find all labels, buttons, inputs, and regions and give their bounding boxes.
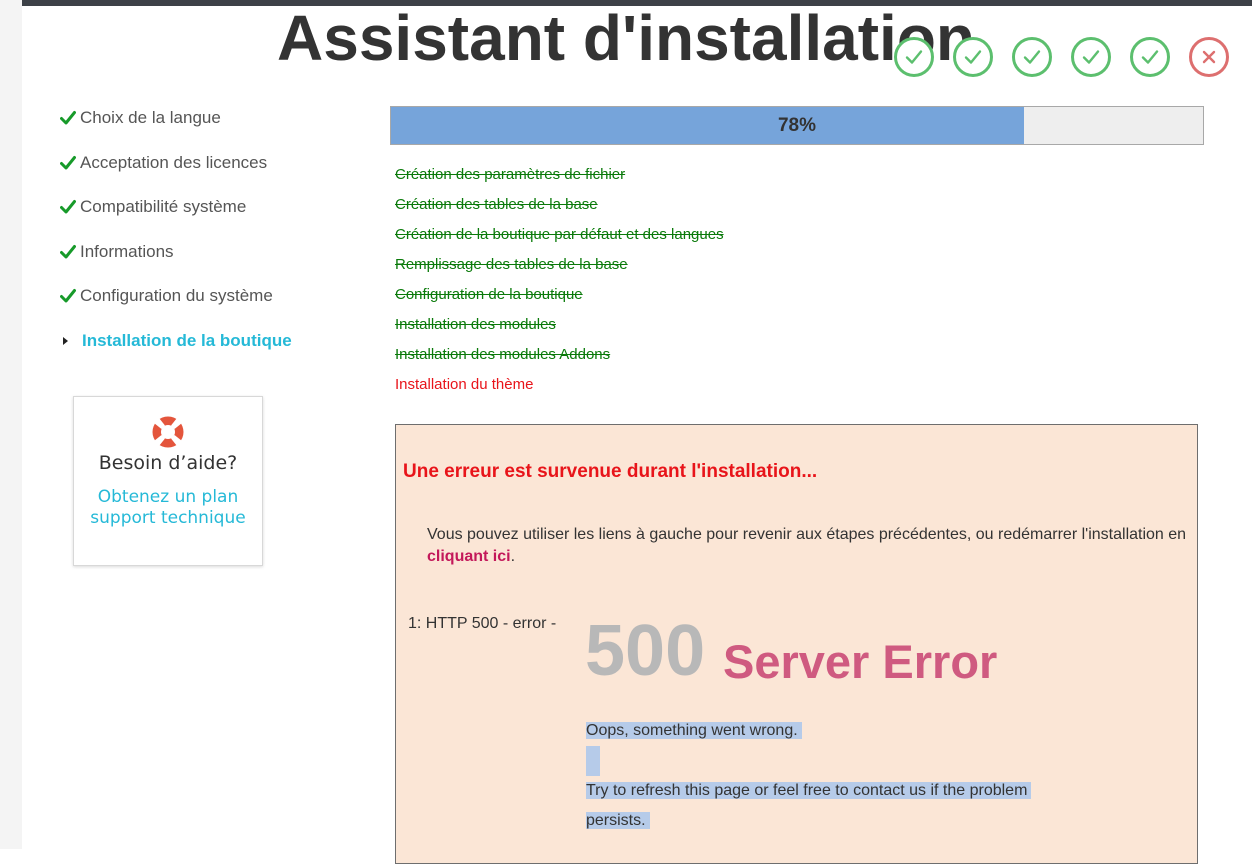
sidebar-item-language[interactable]: Choix de la langue [60, 96, 350, 141]
check-circle-icon [894, 37, 934, 77]
checkmark-icon [60, 244, 80, 260]
install-task-list: Création des paramètres de fichier Créat… [395, 162, 724, 402]
support-plan-link-line2: support technique [90, 508, 246, 528]
sidebar-item-compatibility[interactable]: Compatibilité système [60, 185, 350, 230]
caret-right-icon [60, 336, 82, 346]
advice-text-line2: persists. [586, 806, 650, 836]
lifebuoy-icon [74, 414, 262, 450]
oops-text-content: Oops, something went wrong. [586, 722, 802, 739]
install-steps-sidebar: Choix de la langue Acceptation des licen… [60, 96, 350, 363]
sidebar-item-licenses[interactable]: Acceptation des licences [60, 141, 350, 186]
task-item: Configuration de la boutique [395, 286, 583, 303]
error-code: 500 [585, 611, 706, 691]
check-circle-icon [1130, 37, 1170, 77]
oops-text: Oops, something went wrong. [586, 716, 802, 746]
error-message: Vous pouvez utiliser les liens à gauche … [427, 524, 1187, 568]
sidebar-item-shop-install[interactable]: Installation de la boutique [60, 319, 350, 364]
task-item-current: Installation du thème [395, 376, 534, 393]
page-title: Assistant d'installation [277, 2, 975, 74]
check-circle-icon [1012, 37, 1052, 77]
sidebar-item-informations[interactable]: Informations [60, 230, 350, 275]
check-circle-icon [1071, 37, 1111, 77]
error-reference: 1: HTTP 500 - error - [408, 615, 557, 632]
sidebar-item-label: Acceptation des licences [80, 152, 268, 172]
blank-selected-line [586, 746, 600, 776]
error-message-end: . [510, 548, 516, 565]
window-gutter [0, 0, 22, 849]
error-message-text: Vous pouvez utiliser les liens à gauche … [427, 526, 1187, 543]
error-panel: Une erreur est survenue durant l'install… [395, 424, 1198, 864]
advice-text-content-1: Try to refresh this page or feel free to… [586, 782, 1032, 799]
task-item: Installation des modules [395, 316, 556, 333]
sidebar-item-system-config[interactable]: Configuration du système [60, 274, 350, 319]
advice-text-line1: Try to refresh this page or feel free to… [586, 776, 1032, 806]
sidebar-item-label: Choix de la langue [80, 108, 221, 128]
sidebar-item-label: Compatibilité système [80, 197, 247, 217]
task-item: Installation des modules Addons [395, 346, 611, 363]
checkmark-icon [60, 155, 80, 171]
install-progress-bar: 78% [390, 106, 1204, 145]
checkmark-icon [60, 110, 80, 126]
check-circle-icon [953, 37, 993, 77]
error-code-text: Server Error [723, 635, 998, 688]
progress-label: 78% [777, 115, 817, 136]
sidebar-item-label: Installation de la boutique [82, 330, 292, 350]
task-item: Remplissage des tables de la base [395, 256, 628, 273]
help-panel[interactable]: Besoin d’aide? Obtenez un plan support t… [73, 396, 263, 566]
task-item: Création de la boutique par défaut et de… [395, 226, 724, 243]
checkmark-icon [60, 288, 80, 304]
error-title: Une erreur est survenue durant l'install… [403, 461, 818, 482]
support-plan-link-line1: Obtenez un plan [97, 487, 239, 507]
task-item: Création des tables de la base [395, 196, 598, 213]
sidebar-item-label: Configuration du système [80, 286, 273, 306]
checkmark-icon [60, 199, 80, 215]
cross-circle-icon [1189, 37, 1229, 77]
sidebar-item-label: Informations [80, 241, 174, 261]
task-item: Création des paramètres de fichier [395, 166, 626, 183]
support-plan-link[interactable]: Obtenez un plan support technique [74, 487, 262, 529]
help-title: Besoin d’aide? [98, 452, 238, 474]
restart-link[interactable]: cliquant ici [427, 548, 511, 565]
advice-text-content-2: persists. [586, 812, 650, 829]
